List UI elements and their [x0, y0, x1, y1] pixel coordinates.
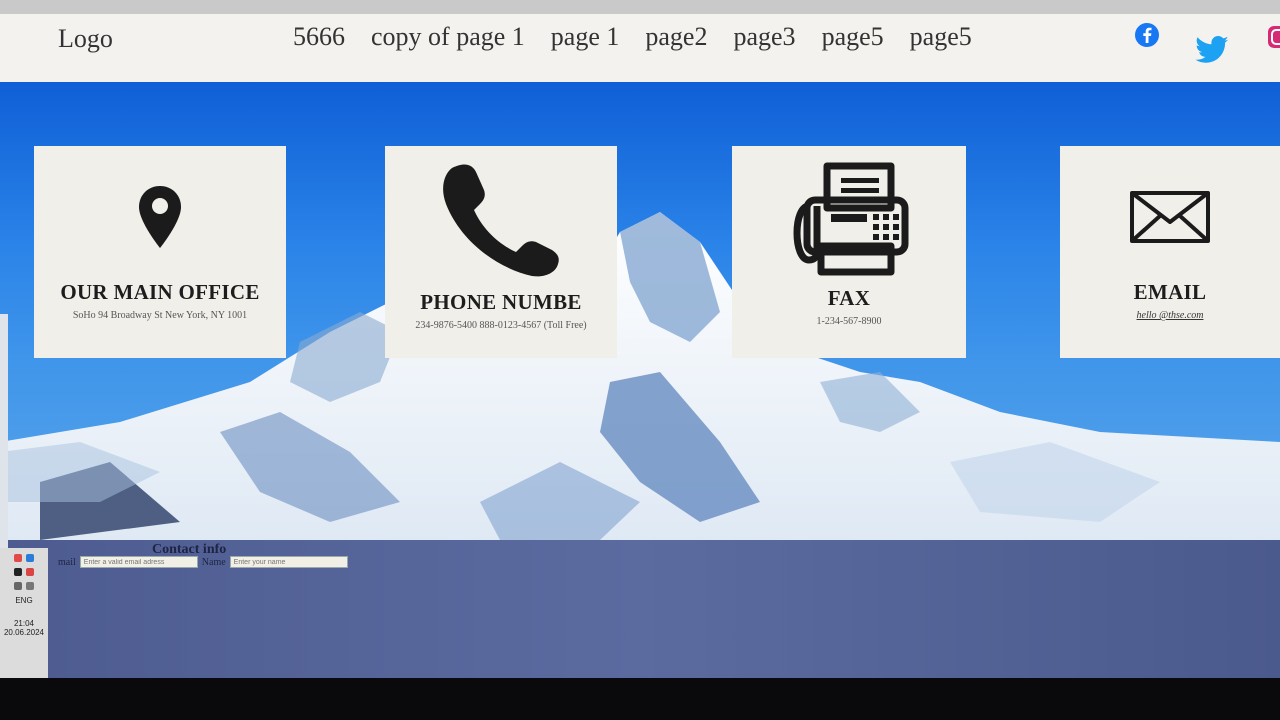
battery-icon[interactable] — [14, 568, 22, 576]
office-card: OUR MAIN OFFICE SoHo 94 Broadway St New … — [34, 146, 286, 358]
fax-icon — [732, 160, 966, 283]
email-input[interactable] — [79, 556, 198, 568]
monitor-bezel-top — [0, 0, 1280, 14]
fax-card-number: 1-234-567-8900 — [816, 316, 882, 327]
email-card-link[interactable]: hello @thse.com — [1060, 310, 1280, 321]
nav-link-copy-of-page-1[interactable]: copy of page 1 — [371, 22, 525, 52]
browser-viewport: Logo 5666 copy of page 1 page 1 page2 pa… — [0, 14, 1280, 678]
email-label: mail — [58, 556, 76, 568]
nav-link-page-1[interactable]: page 1 — [551, 22, 620, 52]
site-logo[interactable]: Logo — [58, 24, 113, 54]
envelope-icon — [1060, 190, 1280, 251]
tray-icons-row-2 — [0, 568, 48, 576]
volume-icon[interactable] — [26, 582, 34, 590]
instagram-icon[interactable] — [1266, 24, 1280, 55]
wifi-icon[interactable] — [14, 582, 22, 590]
email-card-title: EMAIL — [1133, 280, 1207, 304]
phone-icon — [385, 160, 617, 285]
contact-form-row: mail Name — [58, 556, 348, 568]
email-card: EMAIL hello @thse.com — [1060, 146, 1280, 358]
os-taskbar-strip: ENG 21:04 20.06.2024 — [0, 548, 48, 678]
security-icon[interactable] — [26, 568, 34, 576]
clock-date[interactable]: 20.06.2024 — [0, 628, 48, 637]
taskbar-edge — [0, 314, 8, 548]
fax-card: FAX 1-234-567-8900 — [732, 146, 966, 358]
name-input[interactable] — [229, 556, 348, 568]
site-navbar: Logo 5666 copy of page 1 page 1 page2 pa… — [0, 14, 1280, 82]
fax-card-title: FAX — [827, 286, 871, 310]
office-card-address: SoHo 94 Broadway St New York, NY 1001 — [72, 310, 248, 321]
tray-icons-row — [0, 554, 48, 562]
name-label: Name — [201, 556, 226, 568]
office-card-title: OUR MAIN OFFICE — [60, 280, 260, 304]
clock-time[interactable]: 21:04 — [0, 619, 48, 628]
tray-app-icon[interactable] — [14, 554, 22, 562]
facebook-icon[interactable] — [1134, 22, 1160, 53]
nav-link-page5[interactable]: page5 — [822, 22, 884, 52]
nav-link-5666[interactable]: 5666 — [293, 22, 345, 52]
nav-link-page3[interactable]: page3 — [733, 22, 795, 52]
nav-link-page5-duplicate[interactable]: page5 — [910, 22, 972, 52]
nav-link-page2[interactable]: page2 — [645, 22, 707, 52]
phone-card-numbers: 234-9876-5400 888-0123-4567 (Toll Free) — [415, 320, 587, 331]
contact-info-section: Contact info mail Name — [0, 540, 1280, 678]
nav-links: 5666 copy of page 1 page 1 page2 page3 p… — [293, 22, 972, 52]
bluetooth-icon[interactable] — [26, 554, 34, 562]
tray-icons-row-3 — [0, 582, 48, 590]
monitor-bezel-bottom — [0, 678, 1280, 720]
phone-card-title: PHONE NUMBE — [420, 290, 582, 314]
hero-mountain-banner: OUR MAIN OFFICE SoHo 94 Broadway St New … — [0, 82, 1280, 540]
location-pin-icon — [34, 184, 286, 255]
phone-card: PHONE NUMBE 234-9876-5400 888-0123-4567 … — [385, 146, 617, 358]
language-indicator[interactable]: ENG — [0, 596, 48, 605]
twitter-icon[interactable] — [1194, 36, 1230, 71]
